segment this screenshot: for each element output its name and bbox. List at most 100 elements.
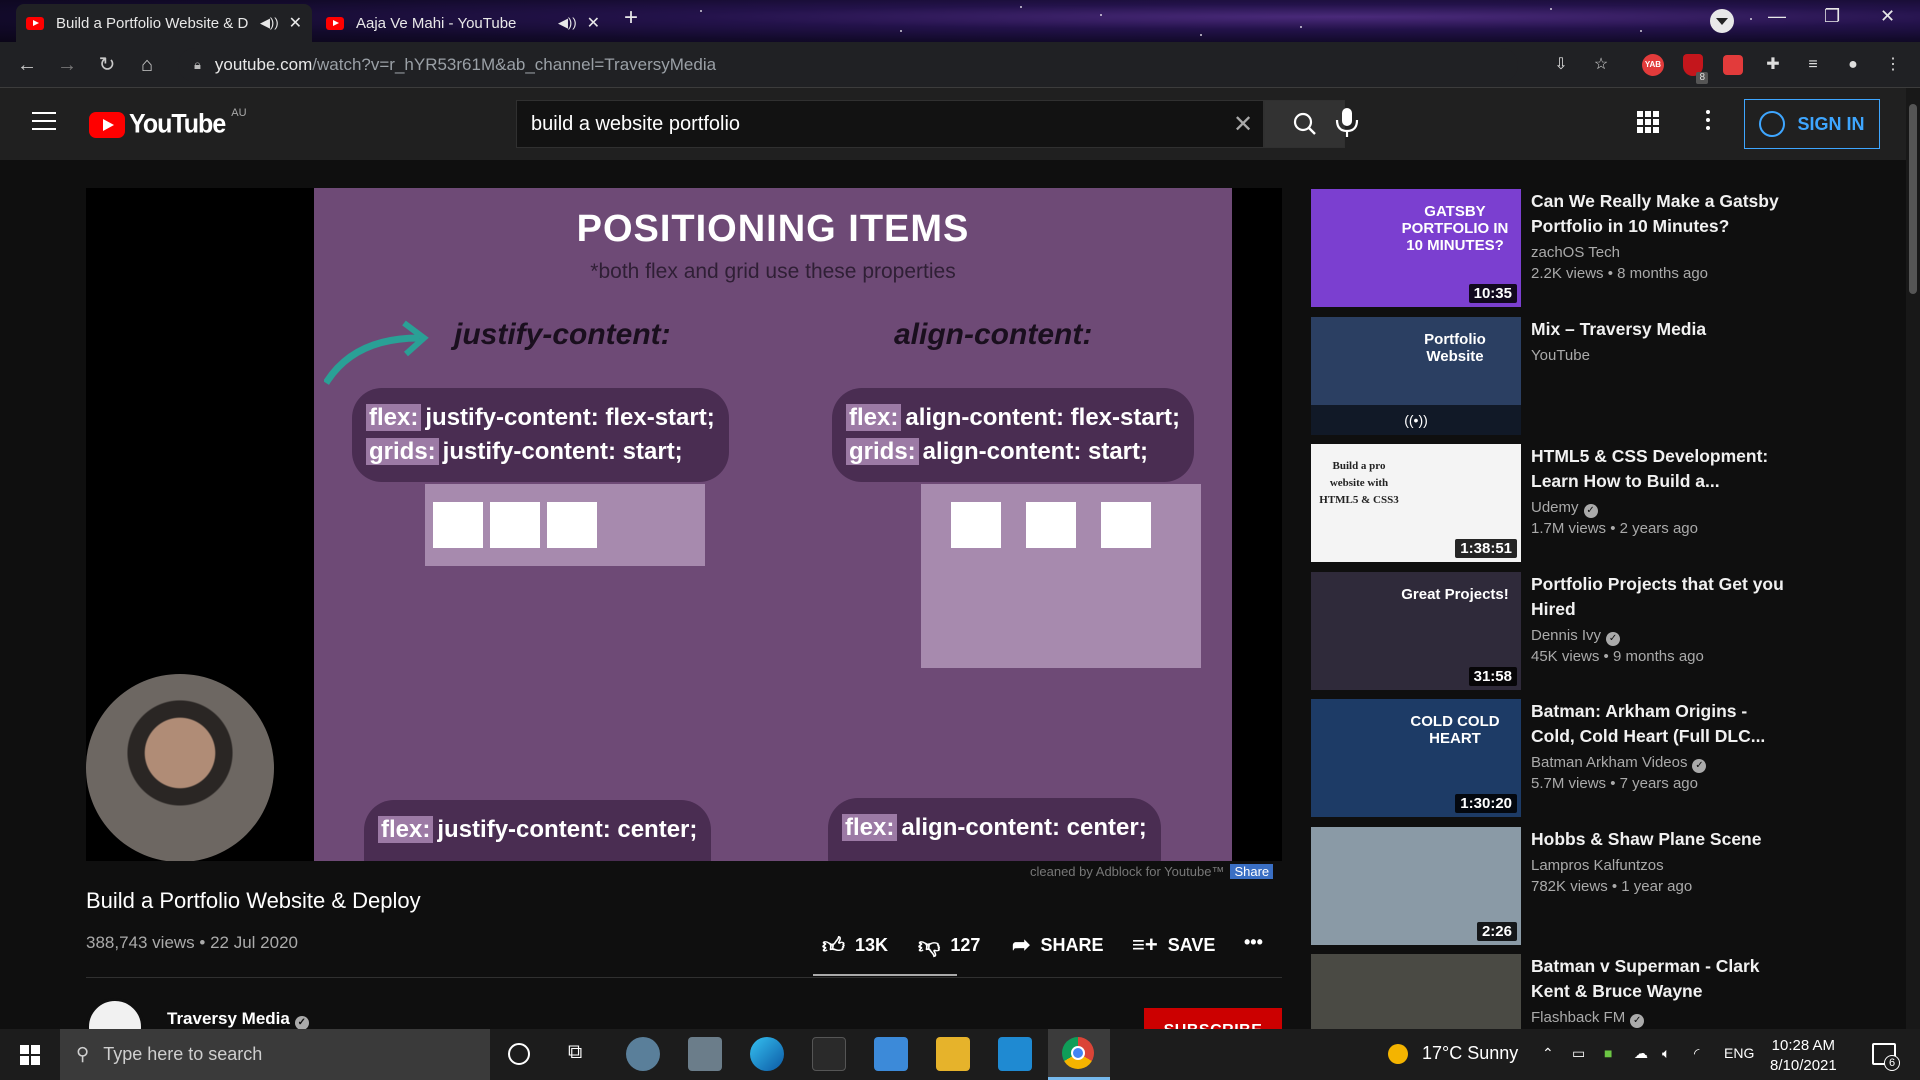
weather-widget[interactable]: 17°C Sunny xyxy=(1388,1043,1518,1064)
edge-app-icon[interactable] xyxy=(750,1037,784,1071)
file-explorer-icon[interactable] xyxy=(936,1037,970,1071)
battery-icon[interactable]: ▭ xyxy=(1572,1045,1585,1062)
recommended-channel[interactable]: Lampros Kalfuntzos xyxy=(1531,857,1664,874)
settings-more-icon[interactable] xyxy=(1706,110,1712,134)
task-view-icon[interactable]: ⧉ xyxy=(568,1041,582,1064)
hamburger-menu-icon[interactable] xyxy=(32,112,56,130)
code-tag: flex: xyxy=(378,816,434,843)
recommended-video[interactable]: 2:26 Hobbs & Shaw Plane Scene Lampros Kalf… xyxy=(1311,827,1791,945)
video-player[interactable]: POSITIONING ITEMS *both flex and grid us… xyxy=(86,188,1282,861)
wifi-icon[interactable]: ◜ xyxy=(1694,1045,1699,1062)
close-tab-icon[interactable]: ✕ xyxy=(289,13,302,33)
extensions-puzzle-icon[interactable]: ✚ xyxy=(1760,52,1786,78)
dislike-button[interactable]: 👎︎ 127 xyxy=(918,932,980,959)
page-scrollbar[interactable] xyxy=(1906,88,1920,1029)
adblock-share-button[interactable]: Share xyxy=(1230,864,1274,879)
predator-app-icon[interactable] xyxy=(812,1037,846,1071)
recommended-title[interactable]: Mix – Traversy Media xyxy=(1531,317,1791,342)
recommended-channel[interactable]: zachOS Tech xyxy=(1531,244,1620,261)
recommended-video[interactable]: COLD COLD HEART 1:30:20 Batman: Arkham Ori… xyxy=(1311,699,1791,817)
taskbar-search-input[interactable]: ⚲ Type here to search xyxy=(60,1029,490,1080)
youtube-extension-icon[interactable] xyxy=(1720,52,1746,78)
recommended-video[interactable]: Great Projects! 31:58 Portfolio Projects t… xyxy=(1311,572,1791,690)
volume-icon[interactable]: 🔈︎ xyxy=(1662,1045,1670,1062)
voice-search-button[interactable] xyxy=(1325,98,1369,153)
profile-icon[interactable]: ● xyxy=(1840,52,1866,78)
paint-app-icon[interactable] xyxy=(626,1037,660,1071)
curved-arrow-icon xyxy=(324,320,429,385)
video-thumbnail[interactable]: 2:26 xyxy=(1311,827,1521,945)
recommended-video[interactable]: Build a pro website with HTML5 & CSS3 1:3… xyxy=(1311,444,1791,562)
bookmark-star-icon[interactable]: ☆ xyxy=(1588,52,1614,78)
speaker-icon[interactable]: ◀)) xyxy=(558,15,577,31)
browser-menu-icon[interactable]: ⋮ xyxy=(1880,52,1906,78)
more-actions-button[interactable]: ••• xyxy=(1244,932,1263,953)
video-thumbnail[interactable]: GATSBY PORTFOLIO IN 10 MINUTES? 10:35 xyxy=(1311,189,1521,307)
tab-aaja-ve-mahi[interactable]: Aaja Ve Mahi - YouTube ◀)) ✕ xyxy=(316,4,610,42)
recommended-title[interactable]: HTML5 & CSS Development: Learn How to Bu… xyxy=(1531,444,1791,494)
close-tab-icon[interactable]: ✕ xyxy=(587,13,600,33)
thumbnail-caption: Great Projects! xyxy=(1401,586,1509,603)
speaker-icon[interactable]: ◀)) xyxy=(260,15,279,31)
back-icon[interactable]: ← xyxy=(12,50,42,80)
video-thumbnail[interactable]: Portfolio Website ((•)) xyxy=(1311,317,1521,435)
recommended-channel[interactable]: Flashback FM xyxy=(1531,1009,1625,1026)
recommended-title[interactable]: Batman v Superman - Clark Kent & Bruce W… xyxy=(1531,954,1791,1004)
install-icon[interactable]: ⇩ xyxy=(1548,52,1574,78)
scrollbar-thumb[interactable] xyxy=(1909,104,1917,294)
notifications-icon[interactable]: 6 xyxy=(1872,1043,1900,1071)
recommended-channel[interactable]: Batman Arkham Videos xyxy=(1531,754,1687,771)
search-icon: ⚲ xyxy=(76,1044,90,1064)
recommended-title[interactable]: Can We Really Make a Gatsby Portfolio in… xyxy=(1531,189,1791,239)
recommended-video[interactable]: GATSBY PORTFOLIO IN 10 MINUTES? 10:35 Can … xyxy=(1311,189,1791,307)
video-thumbnail[interactable]: Great Projects! 31:58 xyxy=(1311,572,1521,690)
forward-icon[interactable]: → xyxy=(52,50,82,80)
tray-chevron-icon[interactable]: ⌃ xyxy=(1542,1045,1554,1062)
search-input[interactable]: build a website portfolio ✕ xyxy=(516,100,1264,148)
recommended-title[interactable]: Batman: Arkham Origins - Cold, Cold Hear… xyxy=(1531,699,1791,749)
recommended-video[interactable]: Portfolio Website ((•)) Mix – Traversy Med… xyxy=(1311,317,1791,435)
reload-icon[interactable]: ↻ xyxy=(92,50,122,80)
minimize-icon[interactable]: — xyxy=(1768,6,1786,27)
media-queue-icon[interactable]: ≡ xyxy=(1800,52,1826,78)
ublock-extension-icon[interactable]: 8 xyxy=(1680,52,1708,84)
adblock-youtube-extension-icon[interactable]: YAB xyxy=(1640,52,1666,78)
tab-search-icon[interactable] xyxy=(1710,9,1734,33)
recommended-title[interactable]: Portfolio Projects that Get you Hired xyxy=(1531,572,1791,622)
video-thumbnail[interactable]: Build a pro website with HTML5 & CSS3 1:3… xyxy=(1311,444,1521,562)
calculator-app-icon[interactable] xyxy=(688,1037,722,1071)
like-button[interactable]: 👍︎ 13K xyxy=(822,932,888,959)
share-button[interactable]: ➦ SHARE xyxy=(1012,932,1103,958)
align-demo-container xyxy=(921,484,1201,668)
tab-build-portfolio[interactable]: Build a Portfolio Website & D ◀)) ✕ xyxy=(16,4,312,42)
close-window-icon[interactable]: ✕ xyxy=(1880,6,1895,27)
recommended-channel[interactable]: Udemy xyxy=(1531,499,1579,516)
address-bar[interactable]: 🔒︎ youtube.com/watch?v=r_hYR53r61M&ab_ch… xyxy=(178,48,1518,82)
restore-icon[interactable]: ❐ xyxy=(1824,6,1840,27)
cloud-icon[interactable]: ☁ xyxy=(1634,1045,1648,1062)
language-indicator[interactable]: ENG xyxy=(1724,1045,1754,1061)
clear-search-icon[interactable]: ✕ xyxy=(1223,110,1263,139)
code-tag: grids: xyxy=(846,438,919,465)
youtube-logo[interactable]: YouTube AU xyxy=(89,107,247,139)
video-thumbnail[interactable]: COLD COLD HEART 1:30:20 xyxy=(1311,699,1521,817)
cortana-icon[interactable] xyxy=(508,1043,530,1065)
channel-name[interactable]: Traversy Media ✓ xyxy=(167,1009,309,1030)
recommended-channel[interactable]: Dennis Ivy xyxy=(1531,627,1601,644)
nvidia-icon[interactable]: ■ xyxy=(1604,1045,1612,1061)
home-icon[interactable]: ⌂ xyxy=(132,50,162,80)
chrome-taskbar-button[interactable] xyxy=(1048,1029,1110,1080)
save-button[interactable]: ≡+ SAVE xyxy=(1132,932,1215,958)
new-tab-button[interactable]: + xyxy=(624,4,638,32)
apps-grid-icon[interactable] xyxy=(1637,111,1659,133)
save-label: SAVE xyxy=(1167,934,1216,955)
video-duration: 31:58 xyxy=(1468,667,1517,686)
sign-in-button[interactable]: SIGN IN xyxy=(1744,99,1880,149)
recommended-channel[interactable]: YouTube xyxy=(1531,347,1590,364)
windows-start-icon[interactable] xyxy=(20,1045,40,1065)
devices-app-icon[interactable] xyxy=(874,1037,908,1071)
clock-time: 10:28 AM xyxy=(1771,1037,1836,1054)
system-clock[interactable]: 10:28 AM 8/10/2021 xyxy=(1770,1036,1837,1076)
recommended-title[interactable]: Hobbs & Shaw Plane Scene xyxy=(1531,827,1791,852)
vscode-app-icon[interactable] xyxy=(998,1037,1032,1071)
